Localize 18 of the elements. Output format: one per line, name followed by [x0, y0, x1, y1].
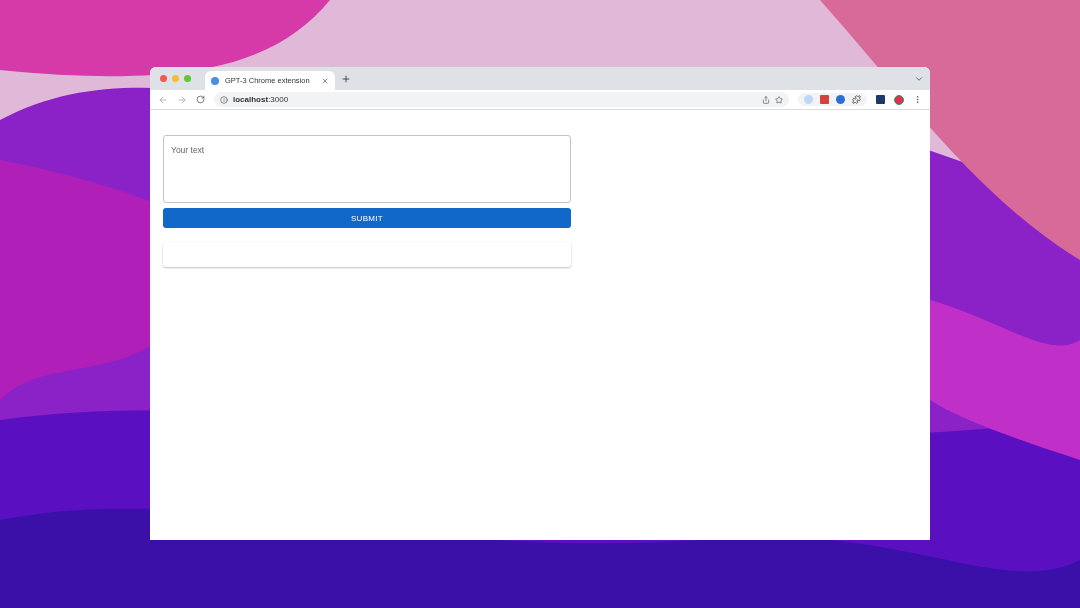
- url-text: localhost:3000: [233, 95, 289, 104]
- close-icon[interactable]: [321, 76, 329, 85]
- forward-icon[interactable]: [177, 94, 187, 105]
- star-icon[interactable]: [775, 95, 783, 104]
- menu-icon[interactable]: [913, 95, 922, 104]
- reload-icon[interactable]: [196, 95, 205, 104]
- text-field[interactable]: Your text: [163, 135, 571, 203]
- extension-icon[interactable]: [820, 95, 829, 104]
- plus-icon[interactable]: [341, 73, 351, 84]
- info-icon[interactable]: [220, 95, 228, 104]
- close-window-icon[interactable]: [160, 75, 167, 82]
- submit-button[interactable]: SUBMIT: [163, 208, 571, 228]
- address-bar[interactable]: localhost:3000: [214, 92, 789, 107]
- avatar-icon[interactable]: [894, 94, 904, 105]
- share-icon[interactable]: [762, 95, 770, 104]
- zoom-window-icon[interactable]: [184, 75, 191, 82]
- back-icon[interactable]: [158, 94, 168, 105]
- puzzle-icon[interactable]: [852, 95, 861, 104]
